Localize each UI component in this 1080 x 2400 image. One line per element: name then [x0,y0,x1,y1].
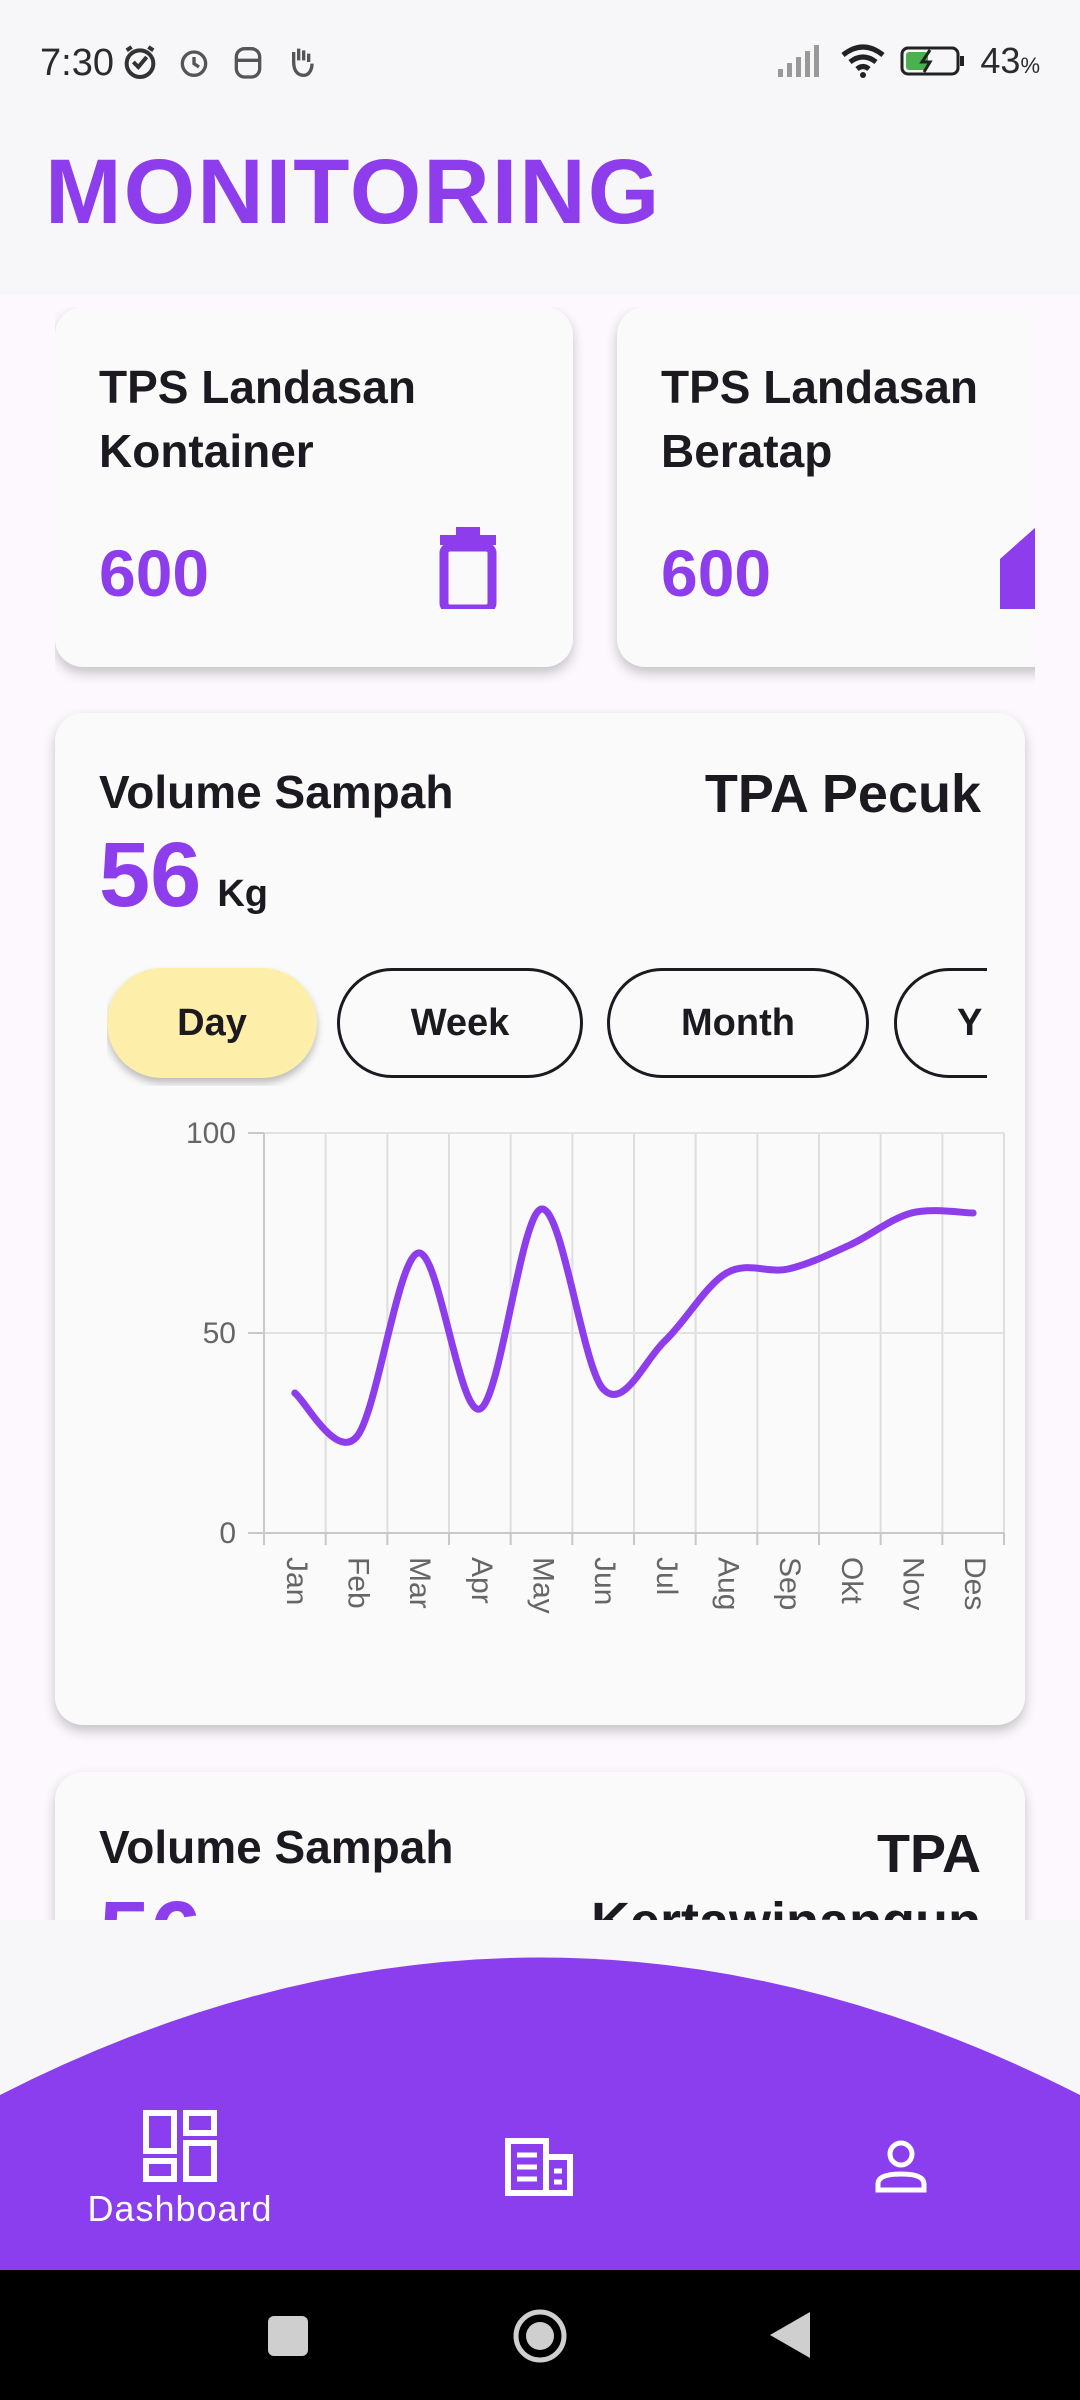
y-tick-label: 0 [219,1517,236,1550]
dashboard-scroll[interactable]: TPS Landasan Kontainer 600 TPS Landasan … [0,295,1080,1920]
period-year-button[interactable]: Y [894,968,987,1078]
volume-value: 56 [99,1882,201,1920]
x-tick-label: Apr [465,1557,498,1604]
battery-icon [900,46,965,76]
x-tick-label: May [527,1557,560,1614]
home-icon[interactable] [512,2308,568,2364]
volume-number: 56 [99,1882,201,1920]
y-tick-label: 50 [203,1317,236,1350]
volume-number: 56 [99,824,202,926]
volume-card-pecuk: Volume Sampah TPA Pecuk 56 Kg Day Week M… [55,713,1025,1725]
x-tick-label: Jul [650,1557,683,1595]
card-label: Volume Sampah [99,1821,454,1873]
signal-icon [778,45,820,77]
battery-percent: 43% [980,40,1040,81]
x-tick-label: Mar [403,1557,436,1609]
wifi-icon [841,44,885,78]
status-time: 7:30 [40,42,114,84]
x-tick-label: Nov [897,1557,930,1610]
y-tick-label: 100 [186,1118,236,1150]
back-icon[interactable] [770,2312,810,2358]
focus-icon [124,45,156,79]
page-title: MONITORING [45,141,662,243]
nav-label: Dashboard [87,2188,273,2229]
profile-icon [875,2140,927,2193]
x-tick-label: Okt [835,1557,868,1604]
bottom-navigation: Dashboard [0,1920,1080,2270]
trash-icon [439,527,497,609]
tile-title: TPS Landasan Beratap [661,361,978,477]
x-tick-label: Aug [712,1557,745,1610]
x-tick-label: Jan [280,1557,313,1605]
x-tick-label: Sep [773,1557,806,1610]
card-location: TPA Pecuk [704,764,981,824]
tiles-carousel[interactable]: TPS Landasan Kontainer 600 TPS Landasan … [55,307,1035,697]
volume-line-chart: 0 50 100 Jan Feb Mar Apr May Jun Jul Aug Sep Okt Nov D… [186,1118,1005,1614]
period-week-button[interactable]: Week [337,968,583,1078]
face-icon [234,47,262,79]
tile-value: 600 [99,536,210,610]
volume-value: 56 Kg [99,823,268,928]
tile-tps-kontainer[interactable]: TPS Landasan Kontainer 600 [55,307,573,667]
dashboard-icon [143,2110,217,2182]
x-tick-label: Feb [342,1557,375,1609]
hand-icon [292,48,314,78]
volume-unit: Kg [217,873,268,915]
x-tick-label: Des [958,1557,991,1610]
tile-value: 600 [661,536,772,610]
building-icon [505,2138,573,2196]
status-bar: 7:30 43% [0,0,1080,130]
nav-buildings[interactable] [505,2138,573,2196]
alarm-icon [180,50,208,77]
x-tick-label: Jun [588,1557,621,1605]
tile-title: TPS Landasan Kontainer [99,361,416,477]
period-month-button[interactable]: Month [607,968,869,1078]
card-location: TPA Kertawinangun [591,1824,981,1920]
system-navigation-bar [0,2270,1080,2400]
nav-profile[interactable] [873,2138,929,2194]
recents-icon[interactable] [268,2316,308,2356]
card-label: Volume Sampah [99,766,454,818]
roof-icon [1000,527,1035,609]
nav-dashboard[interactable]: Dashboard [62,2110,298,2230]
tile-tps-beratap[interactable]: TPS Landasan Beratap 600 [617,307,1035,667]
period-selector[interactable]: Day Week Month Y [107,966,987,1086]
volume-card-kertawinangun: Volume Sampah TPA Kertawinangun 56 [55,1772,1025,1920]
period-day-button[interactable]: Day [107,968,317,1078]
